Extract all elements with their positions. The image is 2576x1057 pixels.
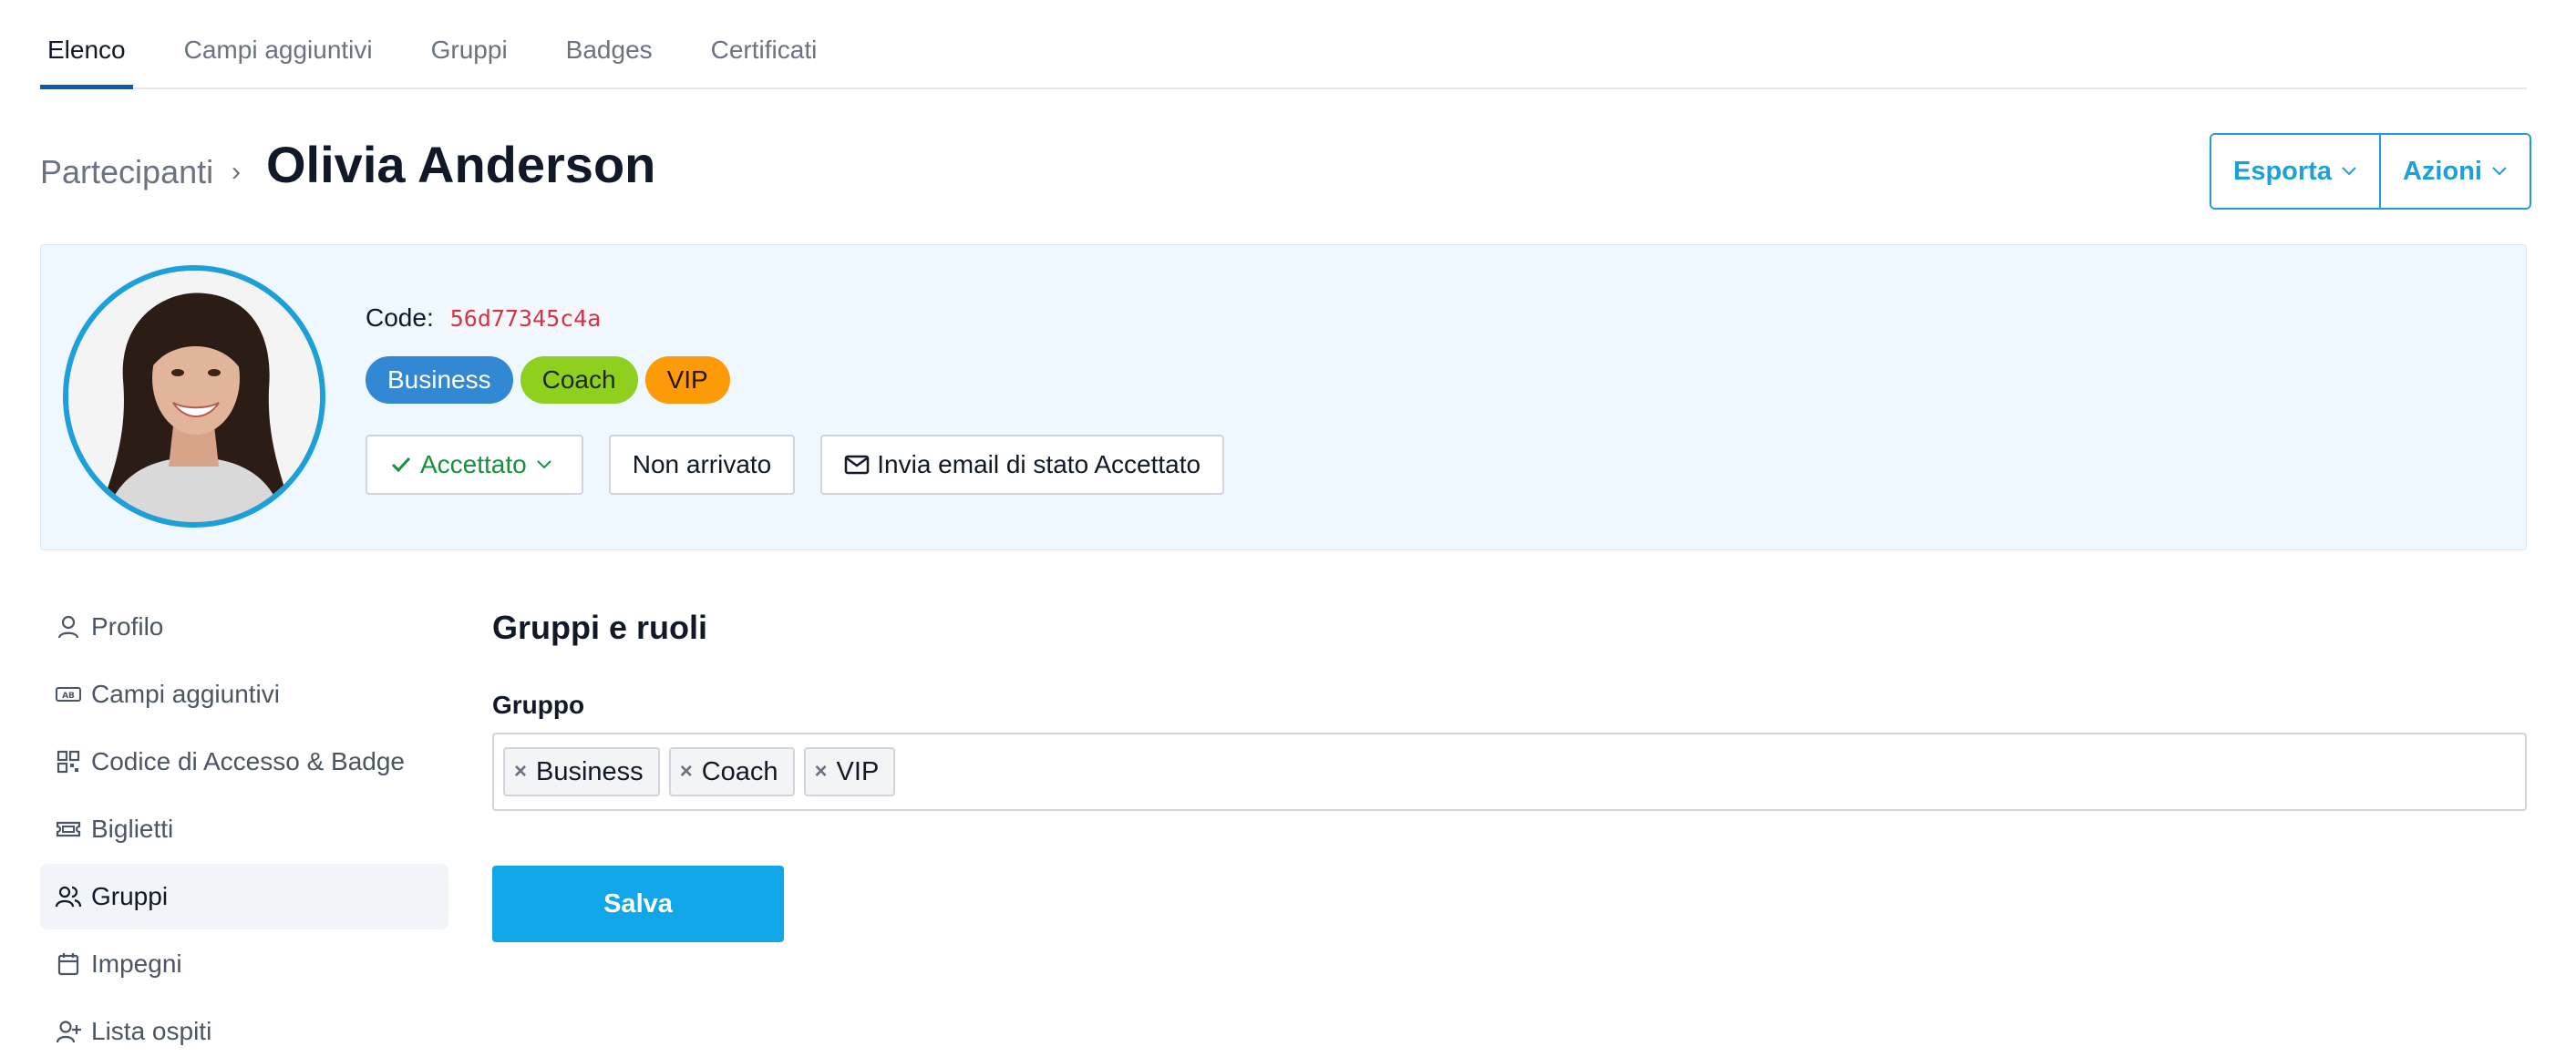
actions-button[interactable]: Azioni	[2378, 135, 2530, 208]
not-arrived-label: Non arrivato	[632, 450, 772, 478]
ab-field-icon: AB	[56, 687, 81, 702]
tab-certificati[interactable]: Certificati	[704, 0, 825, 89]
chevron-down-icon	[2342, 167, 2356, 176]
sidebar-item-profilo[interactable]: Profilo	[40, 594, 448, 660]
ticket-icon	[56, 821, 81, 837]
group-badges: Business Coach VIP	[366, 356, 730, 404]
check-icon	[391, 457, 411, 473]
calendar-icon	[57, 953, 79, 976]
badge-coach: Coach	[520, 356, 638, 404]
actions-button-label: Azioni	[2402, 156, 2482, 186]
group-multiselect[interactable]: × Business × Coach × VIP	[492, 733, 2527, 811]
avatar-portrait-image	[68, 271, 320, 522]
svg-text:AB: AB	[62, 692, 75, 701]
chip-label: Business	[536, 756, 644, 786]
chevron-down-icon	[537, 460, 551, 469]
participant-code: Code: 56d77345c4a	[366, 303, 607, 334]
app-root: Elenco Campi aggiuntivi Gruppi Badges Ce…	[0, 0, 2576, 1057]
sidebar-item-label: Impegni	[91, 949, 182, 978]
participant-sidenav: Profilo AB Campi aggiuntivi Codice di Ac…	[40, 594, 448, 1057]
sidebar-item-gruppi[interactable]: Gruppi	[40, 864, 448, 929]
tab-campi-aggiuntivi[interactable]: Campi aggiuntivi	[177, 0, 380, 89]
selected-group-chip: × Coach	[668, 747, 795, 796]
save-button[interactable]: Salva	[492, 866, 784, 942]
selected-group-chip: × VIP	[803, 747, 896, 796]
participant-summary-panel: Code: 56d77345c4a Business Coach VIP Acce…	[40, 244, 2527, 550]
export-button[interactable]: Esporta	[2211, 135, 2379, 208]
badge-business: Business	[366, 356, 513, 404]
sidebar-item-codice-accesso[interactable]: Codice di Accesso & Badge	[40, 729, 448, 795]
sidebar-item-label: Biglietti	[91, 815, 174, 843]
breadcrumb-parent-link[interactable]: Partecipanti	[40, 153, 213, 191]
user-plus-icon	[56, 1021, 81, 1043]
sidebar-item-impegni[interactable]: Impegni	[40, 931, 448, 997]
send-status-email-label: Invia email di stato Accettato	[877, 450, 1201, 478]
remove-chip-icon[interactable]: ×	[514, 759, 527, 785]
section-title: Gruppi e ruoli	[492, 609, 708, 646]
users-icon	[55, 886, 82, 908]
header-button-group: Esporta Azioni	[2210, 133, 2531, 210]
not-arrived-button[interactable]: Non arrivato	[608, 435, 796, 495]
sidebar-item-label: Campi aggiuntivi	[91, 680, 280, 708]
tab-gruppi[interactable]: Gruppi	[424, 0, 515, 89]
selected-group-chip: × Business	[503, 747, 660, 796]
code-value: 56d77345c4a	[444, 303, 607, 334]
qr-code-icon	[57, 750, 80, 774]
breadcrumb-chevron-icon: ›	[232, 157, 241, 187]
send-status-email-button[interactable]: Invia email di stato Accettato	[820, 435, 1225, 495]
sidebar-item-label: Lista ospiti	[91, 1017, 212, 1045]
chevron-down-icon	[2492, 167, 2507, 176]
badge-vip: VIP	[644, 356, 730, 404]
tab-badges[interactable]: Badges	[559, 0, 660, 89]
export-button-label: Esporta	[2233, 156, 2332, 186]
chip-label: Coach	[701, 756, 778, 786]
tab-elenco[interactable]: Elenco	[40, 0, 133, 89]
code-label: Code:	[366, 303, 434, 332]
chip-label: VIP	[836, 756, 880, 786]
sidebar-item-label: Codice di Accesso & Badge	[91, 747, 405, 775]
sidebar-item-campi-aggiuntivi[interactable]: AB Campi aggiuntivi	[40, 662, 448, 727]
sidebar-item-biglietti[interactable]: Biglietti	[40, 796, 448, 862]
status-dropdown-button[interactable]: Accettato	[366, 435, 583, 495]
sidebar-item-lista-ospiti[interactable]: Lista ospiti	[40, 999, 448, 1057]
page-title: Olivia Anderson	[266, 136, 656, 193]
user-icon	[57, 615, 79, 639]
status-actions: Accettato Non arrivato Invia email di st…	[366, 435, 1225, 495]
sidebar-item-label: Profilo	[91, 612, 164, 641]
remove-chip-icon[interactable]: ×	[680, 759, 693, 785]
top-tabs: Elenco Campi aggiuntivi Gruppi Badges Ce…	[40, 0, 2527, 89]
sidebar-item-label: Gruppi	[91, 882, 169, 910]
envelope-icon	[845, 455, 870, 475]
group-field-label: Gruppo	[492, 691, 585, 719]
remove-chip-icon[interactable]: ×	[815, 759, 828, 785]
avatar	[63, 265, 325, 528]
status-label: Accettato	[420, 450, 527, 478]
